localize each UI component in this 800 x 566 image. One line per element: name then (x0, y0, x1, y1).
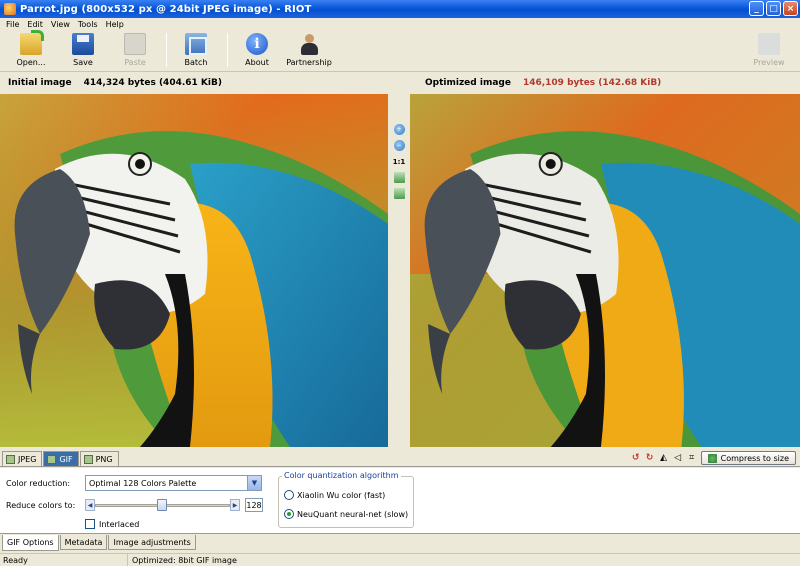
title-bar: Parrot.jpg (800x532 px @ 24bit JPEG imag… (0, 0, 800, 18)
menu-bar: File Edit View Tools Help (0, 18, 800, 30)
image-tools: ↺ ↻ ◭ ◁ ⌗ Compress to size (631, 451, 796, 465)
reduce-colors-value[interactable]: 128 (245, 498, 263, 512)
color-reduction-select[interactable]: Optimal 128 Colors Palette ▼ (85, 475, 262, 491)
reduce-colors-label: Reduce colors to: (6, 501, 76, 510)
menu-edit[interactable]: Edit (23, 20, 47, 29)
xiaolin-label: Xiaolin Wu color (fast) (297, 491, 386, 500)
maximize-button[interactable]: □ (766, 1, 781, 16)
save-button[interactable]: Save (58, 33, 108, 67)
batch-label: Batch (184, 58, 208, 67)
slider-left-arrow-icon[interactable]: ◀ (85, 499, 95, 511)
paste-button[interactable]: Paste (110, 33, 160, 67)
close-button[interactable]: × (783, 1, 798, 16)
preview-button[interactable]: Preview (744, 33, 794, 67)
partnership-button[interactable]: Partnership (284, 33, 334, 67)
menu-view[interactable]: View (47, 20, 74, 29)
preview-label: Preview (753, 58, 785, 67)
initial-image-label: Initial image (8, 78, 72, 88)
status-optimized: Optimized: 8bit GIF image (132, 555, 237, 565)
zoom-in-icon[interactable]: + (393, 124, 405, 135)
slider-thumb[interactable] (157, 499, 167, 511)
quantization-group (278, 476, 414, 528)
neuquant-radio[interactable] (284, 509, 294, 519)
color-reduction-value: Optimal 128 Colors Palette (89, 478, 197, 488)
optimized-image-size: 146,109 bytes (142.68 KiB) (522, 78, 662, 88)
rotate-left-icon[interactable]: ↺ (631, 453, 641, 463)
rotate-right-icon[interactable]: ↻ (645, 453, 655, 463)
tab-gif-label: GIF (59, 454, 73, 464)
tab-jpeg[interactable]: JPEG (2, 451, 43, 466)
app-icon (4, 3, 16, 15)
parrot-image-optimized (410, 94, 800, 447)
menu-tools[interactable]: Tools (74, 20, 102, 29)
interlaced-label: Interlaced (99, 520, 140, 529)
format-tab-strip: JPEG GIF PNG ↺ ↻ ◭ ◁ ⌗ Compress to size (0, 449, 800, 467)
parrot-image-original (0, 94, 388, 447)
flip-horizontal-icon[interactable]: ◭ (659, 453, 669, 463)
xiaolin-radio[interactable] (284, 490, 294, 500)
magnifier-icon (758, 33, 780, 55)
neuquant-label: NeuQuant neural-net (slow) (297, 510, 409, 519)
compress-to-size-button[interactable]: Compress to size (700, 451, 796, 465)
clipboard-icon (124, 33, 146, 55)
compare-views-icon[interactable] (393, 188, 405, 199)
interlaced-checkbox[interactable] (85, 519, 95, 529)
info-icon: i (246, 33, 268, 55)
toolbar-separator (227, 33, 228, 67)
menu-help[interactable]: Help (102, 20, 128, 29)
chevron-down-icon[interactable]: ▼ (247, 476, 261, 490)
compress-icon (707, 453, 717, 463)
window-title: Parrot.jpg (800x532 px @ 24bit JPEG imag… (20, 3, 312, 15)
initial-image-header: Initial image 414,324 bytes (404.61 KiB) (8, 74, 222, 92)
tab-jpeg-label: JPEG (18, 454, 37, 464)
flip-vertical-icon[interactable]: ◁ (673, 453, 683, 463)
optimized-image-header: Optimized image 146,109 bytes (142.68 Ki… (425, 74, 661, 92)
tab-png-label: PNG (95, 454, 113, 464)
tab-metadata[interactable]: Metadata (59, 535, 108, 550)
zoom-toolbar: + − 1:1 (389, 94, 409, 447)
actual-size-button[interactable]: 1:1 (393, 156, 406, 167)
optimized-image-view[interactable] (410, 94, 800, 447)
open-button[interactable]: Open... (6, 30, 56, 67)
tab-gif[interactable]: GIF (43, 451, 79, 466)
initial-image-view[interactable] (0, 94, 388, 447)
paste-label: Paste (124, 58, 146, 67)
crop-icon[interactable]: ⌗ (687, 453, 697, 463)
save-label: Save (73, 58, 93, 67)
status-ready: Ready (0, 554, 128, 566)
about-button[interactable]: i About (232, 33, 282, 67)
zoom-out-icon[interactable]: − (393, 140, 405, 151)
tab-gif-options[interactable]: GIF Options (2, 535, 59, 551)
gif-format-icon (47, 454, 57, 464)
about-label: About (245, 58, 269, 67)
reduce-colors-slider[interactable]: ◀ ▶ (85, 498, 240, 512)
tab-png[interactable]: PNG (79, 451, 119, 466)
menu-file[interactable]: File (2, 20, 23, 29)
window-controls: _ □ × (749, 1, 798, 16)
person-icon (298, 33, 320, 55)
optimized-image-label: Optimized image (425, 78, 511, 88)
minimize-button[interactable]: _ (749, 1, 764, 16)
toolbar-separator (166, 33, 167, 67)
options-tabs: GIF Options Metadata Image adjustments (0, 535, 800, 552)
tab-image-adjustments[interactable]: Image adjustments (108, 535, 196, 550)
floppy-disk-icon (72, 33, 94, 55)
toolbar: Open... Save Paste Batch i About Partner… (0, 30, 800, 72)
slider-right-arrow-icon[interactable]: ▶ (230, 499, 240, 511)
gif-options-panel: Color reduction: Optimal 128 Colors Pale… (0, 468, 800, 534)
batch-icon (185, 33, 207, 55)
fit-window-icon[interactable] (393, 172, 405, 183)
initial-image-size: 414,324 bytes (404.61 KiB) (83, 78, 222, 88)
color-reduction-label: Color reduction: (6, 479, 71, 488)
jpeg-format-icon (6, 454, 15, 464)
compress-to-size-label: Compress to size (720, 453, 789, 463)
open-label: Open... (16, 58, 46, 67)
open-folder-icon (20, 30, 44, 55)
partnership-label: Partnership (286, 58, 332, 67)
png-format-icon (83, 454, 93, 464)
batch-button[interactable]: Batch (171, 33, 221, 67)
status-bar: Ready Optimized: 8bit GIF image (0, 553, 800, 566)
quantization-group-title: Color quantization algorithm (282, 471, 401, 480)
